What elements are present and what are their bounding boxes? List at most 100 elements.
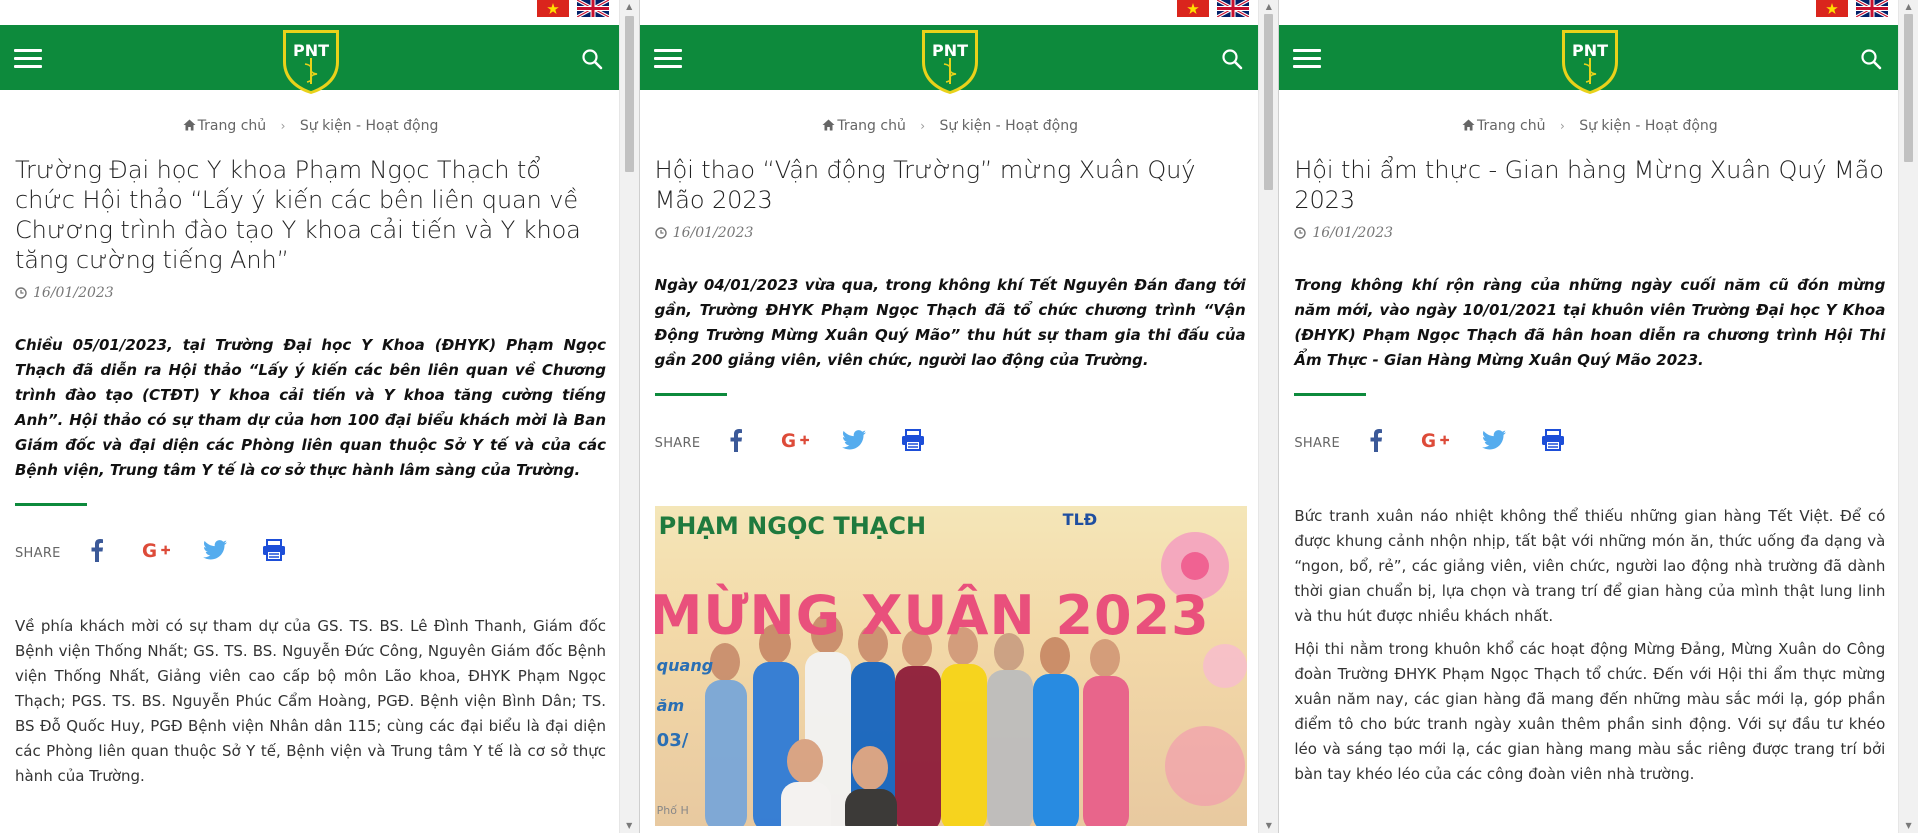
article-date: 16/01/2023	[654, 225, 1246, 241]
twitter-icon[interactable]	[1480, 426, 1508, 454]
breadcrumb: Trang chủ › Sự kiện - Hoạt động	[1279, 118, 1900, 134]
clock-icon	[15, 287, 27, 299]
breadcrumb-home-link[interactable]: Trang chủ	[1477, 118, 1545, 134]
facebook-icon[interactable]	[83, 536, 111, 564]
share-bar: SHARE G	[655, 424, 1246, 456]
breadcrumb-section-link[interactable]: Sự kiện - Hoạt động	[1579, 118, 1717, 134]
breadcrumb-section-link[interactable]: Sự kiện - Hoạt động	[300, 118, 438, 134]
share-bar: SHARE G	[1294, 424, 1885, 456]
article-date: 16/01/2023	[15, 285, 606, 301]
scroll-up-arrow-icon[interactable]: ▲	[1899, 0, 1918, 14]
scroll-up-arrow-icon[interactable]: ▲	[620, 0, 639, 14]
photo-caption-1: quang	[656, 656, 714, 675]
search-icon[interactable]	[1221, 48, 1243, 70]
divider	[654, 393, 727, 396]
photo-caption-4: Phố H	[656, 804, 689, 817]
vietnam-flag-icon[interactable]	[1816, 0, 1849, 17]
page-viewport: PNT Trang chủ › Sự kiện - Hoạt động Trườ…	[0, 0, 621, 833]
university-logo[interactable]: PNT	[277, 28, 345, 96]
article-title: Hội thi ẩm thực - Gian hàng Mừng Xuân Qu…	[1294, 156, 1884, 214]
photo-badge-text: TLĐ	[1062, 510, 1098, 529]
print-icon[interactable]	[1539, 426, 1567, 454]
article-body: Bức tranh xuân náo nhiệt không thể thiếu…	[1294, 504, 1885, 787]
uk-flag-icon[interactable]	[1856, 0, 1889, 17]
twitter-icon[interactable]	[840, 426, 868, 454]
article-body: Về phía khách mời có sự tham dự của GS. …	[15, 614, 606, 789]
photo-banner-text: PHẠM NGỌC THẠCH	[658, 512, 927, 540]
article-content: Trường Đại học Y khoa Phạm Ngọc Thạch tổ…	[0, 155, 621, 789]
google-plus-icon[interactable]: G	[1421, 426, 1450, 454]
body-paragraph: Hội thi nằm trong khuôn khổ các hoạt độn…	[1294, 640, 1886, 783]
article-pane-1: PNT Trang chủ › Sự kiện - Hoạt động Trườ…	[0, 0, 640, 833]
scroll-down-arrow-icon[interactable]: ▼	[1899, 819, 1918, 833]
clock-icon	[654, 227, 667, 239]
chevron-right-icon: ›	[920, 119, 926, 133]
search-icon[interactable]	[581, 48, 603, 70]
share-label: SHARE	[15, 545, 61, 561]
vietnam-flag-icon[interactable]	[537, 0, 569, 17]
article-lead: Ngày 04/01/2023 vừa qua, trong không khí…	[654, 276, 1246, 369]
article-photo: PHẠM NGỌC THẠCH TLĐ MỪNG XUÂN 2023 quang…	[654, 506, 1247, 826]
menu-icon[interactable]	[14, 49, 42, 69]
photo-caption-2: ăm	[656, 696, 685, 715]
body-paragraph: Bức tranh xuân náo nhiệt không thể thiếu…	[1294, 507, 1886, 625]
logo-text: PNT	[932, 41, 968, 60]
menu-icon[interactable]	[1293, 49, 1322, 69]
scrollbar[interactable]: ▲ ▼	[1898, 0, 1918, 833]
share-label: SHARE	[654, 435, 701, 451]
article-date-text: 16/01/2023	[1312, 225, 1394, 241]
breadcrumb-home-link[interactable]: Trang chủ	[198, 118, 266, 134]
print-icon[interactable]	[260, 536, 288, 564]
top-strip	[0, 0, 621, 25]
uk-flag-icon[interactable]	[577, 0, 609, 17]
photo-scene	[704, 532, 1247, 826]
scrollbar-thumb[interactable]	[1264, 14, 1274, 190]
home-icon	[183, 119, 196, 131]
facebook-icon[interactable]	[1362, 426, 1390, 454]
scrollbar-thumb[interactable]	[624, 16, 634, 172]
home-icon	[1462, 119, 1475, 131]
article-date: 16/01/2023	[1294, 225, 1885, 241]
language-switcher	[1176, 0, 1249, 17]
language-switcher	[537, 0, 609, 17]
breadcrumb-section-link[interactable]: Sự kiện - Hoạt động	[940, 118, 1078, 134]
breadcrumb-home-link[interactable]: Trang chủ	[837, 118, 905, 134]
browser-panes: PNT Trang chủ › Sự kiện - Hoạt động Trườ…	[0, 0, 1918, 833]
article-title: Hội thao “Vận động Trường” mừng Xuân Quý…	[654, 156, 1196, 214]
divider	[1294, 393, 1367, 396]
article-title: Trường Đại học Y khoa Phạm Ngọc Thạch tổ…	[15, 156, 581, 274]
google-plus-icon[interactable]: G	[142, 536, 170, 564]
print-icon[interactable]	[899, 426, 927, 454]
article-pane-2: PNT Trang chủ › Sự kiện - Hoạt động Hội …	[639, 0, 1280, 833]
scroll-down-arrow-icon[interactable]: ▼	[1259, 819, 1278, 833]
site-header: PNT	[1279, 25, 1901, 94]
university-logo[interactable]: PNT	[916, 28, 984, 96]
google-plus-icon[interactable]: G	[781, 426, 810, 454]
menu-icon[interactable]	[653, 49, 682, 69]
uk-flag-icon[interactable]	[1216, 0, 1249, 17]
scrollbar[interactable]: ▲ ▼	[618, 0, 639, 833]
university-logo[interactable]: PNT	[1556, 28, 1624, 96]
photo-caption-3: 03/	[656, 730, 689, 751]
divider	[15, 503, 87, 506]
facebook-icon[interactable]	[722, 426, 750, 454]
vietnam-flag-icon[interactable]	[1176, 0, 1209, 17]
site-header: PNT	[639, 25, 1261, 94]
site-header: PNT	[0, 25, 621, 94]
language-switcher	[1816, 0, 1889, 17]
photo-headline-text: MỪNG XUÂN 2023	[654, 584, 1210, 647]
scroll-up-arrow-icon[interactable]: ▲	[1259, 0, 1278, 14]
clock-icon	[1294, 227, 1307, 239]
scrollbar-thumb[interactable]	[1904, 14, 1914, 162]
share-label: SHARE	[1294, 435, 1341, 451]
chevron-right-icon: ›	[1559, 119, 1565, 133]
search-icon[interactable]	[1860, 48, 1882, 70]
article-date-text: 16/01/2023	[672, 225, 754, 241]
article-date-text: 16/01/2023	[33, 285, 114, 301]
twitter-icon[interactable]	[201, 536, 229, 564]
scrollbar[interactable]: ▲ ▼	[1258, 0, 1279, 833]
article-lead: Trong không khí rộn ràng của những ngày …	[1294, 276, 1886, 369]
article-content: Hội thi ẩm thực - Gian hàng Mừng Xuân Qu…	[1279, 155, 1900, 787]
scroll-down-arrow-icon[interactable]: ▼	[620, 819, 639, 833]
svg-text:G: G	[781, 431, 796, 451]
